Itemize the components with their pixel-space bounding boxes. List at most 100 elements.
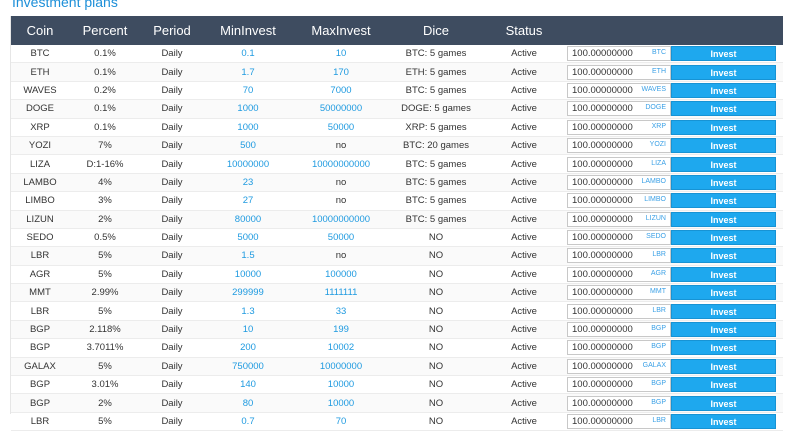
- invest-form-cell: 100.00000000 LIZA Invest: [565, 154, 783, 174]
- amount-input[interactable]: 100.00000000 DOGE: [567, 101, 671, 117]
- amount-input[interactable]: 100.00000000 BGP: [567, 395, 671, 411]
- min-invest-cell: 750000: [203, 357, 293, 377]
- invest-button[interactable]: Invest: [671, 266, 776, 282]
- invest-button[interactable]: Invest: [671, 322, 776, 338]
- coin-cell: BGP: [11, 320, 69, 340]
- max-invest-cell: 10002: [293, 338, 389, 358]
- period-cell: Daily: [141, 320, 203, 340]
- amount-input[interactable]: 100.00000000 LIZUN: [567, 211, 671, 227]
- amount-input[interactable]: 100.00000000 BTC: [567, 46, 671, 62]
- percent-cell: 3.01%: [69, 375, 141, 395]
- table-row: DOGE 0.1% Daily 1000 50000000 DOGE: 5 games Ac…: [11, 99, 783, 119]
- amount-input[interactable]: 100.00000000 LIZA: [567, 156, 671, 172]
- table-row: LIZA D:1-16% Daily 10000000 10000000000 BTC: …: [11, 154, 783, 174]
- amount-input[interactable]: 100.00000000 MMT: [567, 285, 671, 301]
- percent-cell: 7%: [69, 136, 141, 156]
- invest-button[interactable]: Invest: [671, 395, 776, 411]
- dice-cell: NO: [389, 246, 483, 266]
- invest-button[interactable]: Invest: [671, 230, 776, 246]
- dice-cell: ETH: 5 games: [389, 62, 483, 82]
- dice-cell: DOGE: 5 games: [389, 99, 483, 119]
- invest-button[interactable]: Invest: [671, 174, 776, 190]
- invest-form-cell: 100.00000000 LBR Invest: [565, 412, 783, 431]
- dice-cell: BTC: 5 games: [389, 173, 483, 193]
- status-cell: Active: [483, 246, 565, 266]
- amount-input[interactable]: 100.00000000 LBR: [567, 303, 671, 319]
- invest-button[interactable]: Invest: [671, 211, 776, 227]
- period-cell: Daily: [141, 154, 203, 174]
- coin-cell: BGP: [11, 375, 69, 395]
- min-invest-cell: 140: [203, 375, 293, 395]
- period-cell: Daily: [141, 228, 203, 248]
- amount-input[interactable]: 100.00000000 LIMBO: [567, 193, 671, 209]
- table-row: SEDO 0.5% Daily 5000 50000 NO Active 100.000000…: [11, 228, 783, 248]
- invest-button[interactable]: Invest: [671, 377, 776, 393]
- coin-cell: SEDO: [11, 228, 69, 248]
- invest-button[interactable]: Invest: [671, 119, 776, 135]
- amount-input[interactable]: 100.00000000 BGP: [567, 340, 671, 356]
- currency-label: ETH: [652, 67, 666, 75]
- invest-form-cell: 100.00000000 BGP Invest: [565, 375, 783, 395]
- invest-button[interactable]: Invest: [671, 82, 776, 98]
- max-invest-cell: 10000: [293, 393, 389, 413]
- max-invest-cell: 170: [293, 62, 389, 82]
- amount-value: 100.00000000: [572, 140, 633, 152]
- amount-input[interactable]: 100.00000000 LBR: [567, 248, 671, 264]
- period-cell: Daily: [141, 375, 203, 395]
- amount-input[interactable]: 100.00000000 ETH: [567, 64, 671, 80]
- invest-button[interactable]: Invest: [671, 101, 776, 117]
- amount-input[interactable]: 100.00000000 BGP: [567, 377, 671, 393]
- coin-cell: LIZA: [11, 154, 69, 174]
- amount-input[interactable]: 100.00000000 XRP: [567, 119, 671, 135]
- period-cell: Daily: [141, 118, 203, 137]
- invest-button[interactable]: Invest: [671, 138, 776, 154]
- amount-value: 100.00000000: [572, 66, 633, 78]
- amount-input[interactable]: 100.00000000 WAVES: [567, 82, 671, 98]
- invest-form-cell: 100.00000000 SEDO Invest: [565, 228, 783, 248]
- max-invest-cell: no: [293, 136, 389, 156]
- invest-button[interactable]: Invest: [671, 285, 776, 301]
- amount-input[interactable]: 100.00000000 SEDO: [567, 230, 671, 246]
- invest-button[interactable]: Invest: [671, 340, 776, 356]
- invest-form-cell: 100.00000000 BGP Invest: [565, 320, 783, 340]
- dice-cell: NO: [389, 357, 483, 377]
- amount-input[interactable]: 100.00000000 LBR: [567, 414, 671, 429]
- amount-input[interactable]: 100.00000000 BGP: [567, 322, 671, 338]
- dice-cell: NO: [389, 375, 483, 395]
- invest-button[interactable]: Invest: [671, 414, 776, 429]
- dice-cell: BTC: 5 games: [389, 81, 483, 101]
- amount-input[interactable]: 100.00000000 YOZI: [567, 138, 671, 154]
- invest-button[interactable]: Invest: [671, 193, 776, 209]
- invest-button[interactable]: Invest: [671, 358, 776, 374]
- status-cell: Active: [483, 320, 565, 340]
- max-invest-cell: 50000: [293, 228, 389, 248]
- amount-value: 100.00000000: [572, 176, 633, 188]
- status-cell: Active: [483, 136, 565, 156]
- amount-input[interactable]: 100.00000000 GALAX: [567, 358, 671, 374]
- dice-cell: NO: [389, 283, 483, 303]
- invest-button[interactable]: Invest: [671, 46, 776, 62]
- min-invest-cell: 70: [203, 81, 293, 101]
- percent-cell: 5%: [69, 412, 141, 431]
- min-invest-cell: 80000: [203, 210, 293, 229]
- page-title: Investment plans: [12, 0, 118, 10]
- amount-input[interactable]: 100.00000000 LAMBO: [567, 174, 671, 190]
- currency-label: WAVES: [641, 85, 666, 93]
- coin-cell: GALAX: [11, 357, 69, 377]
- invest-button[interactable]: Invest: [671, 156, 776, 172]
- invest-form-cell: 100.00000000 XRP Invest: [565, 118, 783, 137]
- currency-label: LIZUN: [645, 214, 666, 222]
- period-cell: Daily: [141, 393, 203, 413]
- invest-button[interactable]: Invest: [671, 303, 776, 319]
- coin-cell: LIMBO: [11, 191, 69, 211]
- currency-label: BGP: [651, 380, 666, 388]
- table-row: BGP 3.01% Daily 140 10000 NO Active 100.0000000…: [11, 375, 783, 395]
- amount-input[interactable]: 100.00000000 AGR: [567, 266, 671, 282]
- table-row: BTC 0.1% Daily 0.1 10 BTC: 5 games Active 100.0…: [11, 45, 783, 64]
- table-row: GALAX 5% Daily 750000 10000000 NO Active 100.00…: [11, 357, 783, 377]
- invest-button[interactable]: Invest: [671, 64, 776, 80]
- amount-value: 100.00000000: [572, 121, 633, 133]
- invest-button[interactable]: Invest: [671, 248, 776, 264]
- dice-cell: BTC: 5 games: [389, 154, 483, 174]
- max-invest-cell: 199: [293, 320, 389, 340]
